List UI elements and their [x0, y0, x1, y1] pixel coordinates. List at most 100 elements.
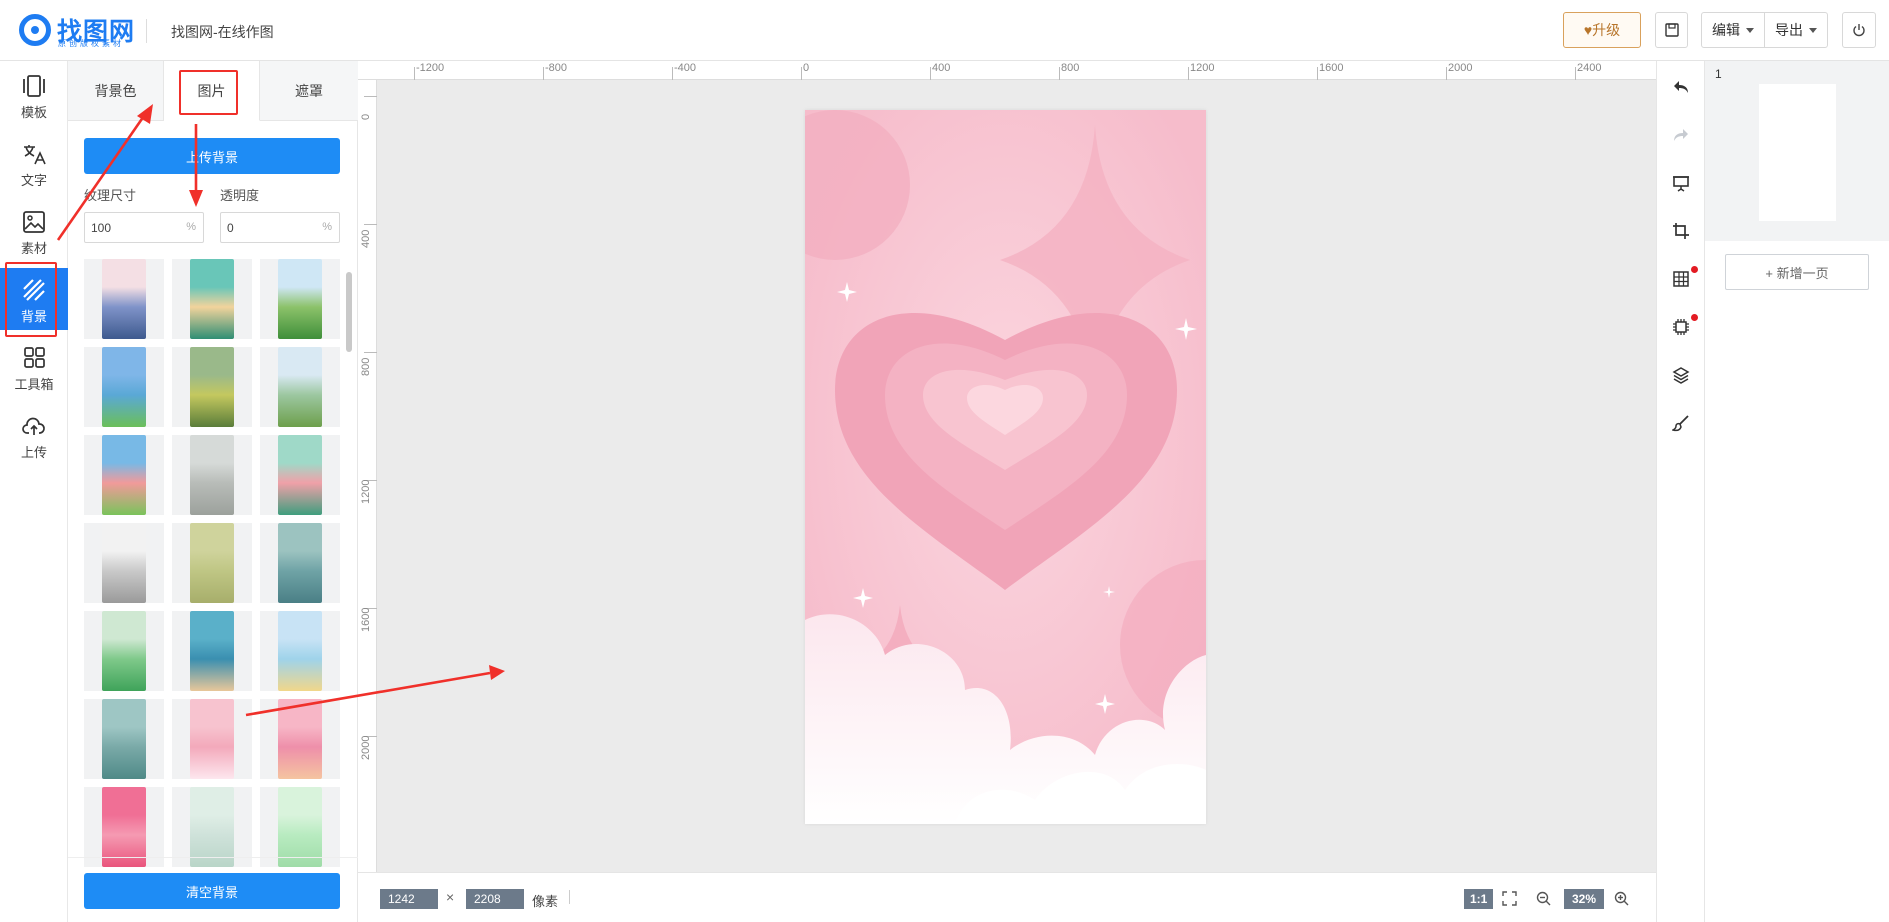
- button-label: + 新增一页: [1765, 265, 1829, 281]
- background-thumbnail[interactable]: [260, 259, 340, 339]
- nav-item-upload[interactable]: 上传: [0, 404, 68, 466]
- nav-label: 工具箱: [14, 377, 54, 392]
- canvas-height-input[interactable]: 2208: [466, 889, 524, 909]
- ruler-tick: [364, 96, 377, 97]
- grid-apps-icon: [24, 347, 45, 368]
- redo-button[interactable]: [1657, 117, 1705, 153]
- add-page-button[interactable]: + 新增一页: [1725, 254, 1869, 290]
- layers-button[interactable]: [1657, 357, 1705, 393]
- pink-heart-background-image: [805, 110, 1206, 824]
- save-button[interactable]: [1655, 12, 1688, 48]
- ruler-label: 400: [932, 62, 951, 74]
- panel-scrollbar[interactable]: [346, 272, 352, 352]
- thumbnail-image: [278, 435, 322, 515]
- ruler-tick: [672, 67, 673, 80]
- background-thumbnail[interactable]: [172, 699, 252, 779]
- background-thumbnail[interactable]: [172, 523, 252, 603]
- page-number: 1: [1715, 67, 1722, 81]
- edit-menu-button[interactable]: 编辑: [1701, 12, 1765, 48]
- pages-panel: 1 + 新增一页: [1705, 61, 1889, 922]
- background-thumbnail[interactable]: [260, 787, 340, 867]
- ruler-label: 1200: [1190, 62, 1215, 74]
- nav-item-toolbox[interactable]: 工具箱: [0, 336, 68, 398]
- redo-icon: [1674, 129, 1688, 141]
- background-thumbnail[interactable]: [84, 787, 164, 867]
- right-toolbar: [1656, 61, 1705, 922]
- table-button[interactable]: [1657, 261, 1705, 297]
- nav-item-template[interactable]: 模板: [0, 64, 68, 126]
- background-thumbnail[interactable]: [172, 435, 252, 515]
- zoom-out-icon[interactable]: [1536, 891, 1551, 906]
- upload-background-button[interactable]: 上传背景: [84, 138, 340, 174]
- thumbnail-image: [190, 347, 234, 427]
- texture-size-input[interactable]: 100%: [84, 212, 204, 243]
- ruler-label: 2000: [360, 735, 372, 760]
- ruler-label: 2000: [1448, 62, 1473, 74]
- nav-label: 文字: [20, 173, 47, 188]
- left-nav: 模板 文字 素材 背景 工具箱 上传: [0, 61, 68, 922]
- opacity-input[interactable]: 0%: [220, 212, 340, 243]
- header-divider: [146, 19, 147, 43]
- table-grid-icon: [1673, 271, 1689, 287]
- chip-tool-button[interactable]: [1657, 309, 1705, 345]
- export-menu-button[interactable]: 导出: [1764, 12, 1828, 48]
- export-label: 导出: [1775, 22, 1803, 38]
- actual-size-button[interactable]: 1:1: [1464, 889, 1494, 909]
- logo-subtitle: 原创版权素材: [58, 39, 124, 48]
- nav-label: 上传: [20, 445, 47, 460]
- thumbnail-image: [190, 699, 234, 779]
- background-thumbnail[interactable]: [84, 435, 164, 515]
- chevron-down-icon: [1746, 27, 1754, 33]
- background-thumbnail[interactable]: [172, 611, 252, 691]
- background-panel: 背景色 图片 遮罩 上传背景 纹理尺寸 透明度 100% 0% 清空背景: [68, 61, 358, 922]
- background-thumbnail[interactable]: [260, 523, 340, 603]
- brush-button[interactable]: [1657, 405, 1705, 441]
- background-thumbnail[interactable]: [84, 259, 164, 339]
- nav-item-text[interactable]: 文字: [0, 132, 68, 194]
- page-thumbnail[interactable]: [1759, 84, 1836, 221]
- clear-background-button[interactable]: 清空背景: [84, 873, 340, 909]
- translate-text-icon: [24, 145, 46, 165]
- canvas-width-input[interactable]: 1242: [380, 889, 438, 909]
- background-thumbnail[interactable]: [84, 523, 164, 603]
- background-thumbnail[interactable]: [172, 787, 252, 867]
- zoom-level[interactable]: 32%: [1564, 889, 1604, 909]
- ruler-label: -400: [674, 62, 697, 74]
- logo-icon[interactable]: [19, 14, 51, 46]
- thumbnail-image: [102, 435, 146, 515]
- layers-icon: [1672, 367, 1690, 384]
- thumbnail-image: [278, 523, 322, 603]
- nav-label: 模板: [20, 105, 47, 120]
- background-thumbnail[interactable]: [172, 259, 252, 339]
- thumbnail-image: [102, 259, 146, 339]
- background-thumbnail[interactable]: [260, 347, 340, 427]
- ruler-tick: [414, 67, 415, 80]
- tab-background-color[interactable]: 背景色: [68, 61, 164, 121]
- upgrade-button[interactable]: ♥升级: [1563, 12, 1641, 48]
- nav-item-material[interactable]: 素材: [0, 200, 68, 262]
- background-thumbnail[interactable]: [84, 347, 164, 427]
- background-thumbnail[interactable]: [260, 435, 340, 515]
- fullscreen-icon[interactable]: [1502, 891, 1517, 906]
- crop-button[interactable]: [1657, 213, 1705, 249]
- zoom-in-icon[interactable]: [1614, 891, 1629, 906]
- background-thumbnail[interactable]: [172, 347, 252, 427]
- ruler-tick: [1317, 67, 1318, 80]
- opacity-value: 0: [227, 221, 234, 235]
- opacity-label: 透明度: [220, 188, 260, 203]
- thumbnail-image: [102, 787, 146, 867]
- ruler-label: 800: [360, 357, 372, 376]
- undo-button[interactable]: [1657, 69, 1705, 105]
- logout-button[interactable]: [1842, 12, 1876, 48]
- present-button[interactable]: [1657, 165, 1705, 201]
- save-icon: [1664, 23, 1679, 37]
- background-thumbnail[interactable]: [260, 611, 340, 691]
- tab-mask[interactable]: 遮罩: [260, 61, 358, 121]
- ruler-tick: [364, 352, 377, 353]
- background-thumbnail[interactable]: [84, 699, 164, 779]
- chip-icon: [1673, 319, 1689, 335]
- design-artboard[interactable]: [805, 110, 1206, 824]
- background-thumbnail[interactable]: [260, 699, 340, 779]
- background-thumbnail[interactable]: [84, 611, 164, 691]
- thumbnail-image: [278, 787, 322, 867]
